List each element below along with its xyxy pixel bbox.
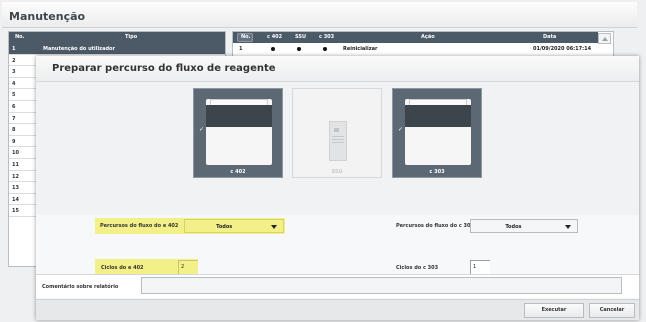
right-cycles-value: 1 bbox=[473, 264, 477, 270]
check-icon: ✓ bbox=[398, 126, 404, 133]
right-route-select[interactable]: Todos bbox=[470, 219, 578, 233]
left-cycles-value: 2 bbox=[181, 264, 185, 270]
list-item-type: Manutenção do utilizador bbox=[43, 46, 115, 52]
right-cycles-label: Ciclos do c 303 bbox=[396, 265, 439, 271]
list-item-number: 3 bbox=[12, 69, 16, 76]
analyzer-icon bbox=[206, 99, 272, 165]
module-label: SSU bbox=[331, 169, 343, 175]
history-row-action: Reinicializar bbox=[343, 46, 378, 52]
execute-button[interactable]: Executar bbox=[524, 303, 584, 318]
dialog-title-bar: Preparar percurso do fluxo de reagente bbox=[36, 56, 639, 82]
check-icon: ✓ bbox=[199, 126, 205, 133]
module-strip: ✓ c 402 SSU ✓ c 303 Percursos do fluxo d… bbox=[36, 82, 639, 302]
history-table: No. c 402 SSU c 303 Ação Data 1 Reinicia… bbox=[232, 31, 614, 59]
module-c303[interactable]: ✓ c 303 bbox=[392, 88, 482, 178]
list-item-number: 15 bbox=[12, 208, 19, 215]
list-item-number: 5 bbox=[12, 92, 16, 99]
list-item-number: 1 bbox=[12, 46, 16, 52]
list-item-number: 10 bbox=[12, 150, 19, 157]
col-ssu-header[interactable]: SSU bbox=[295, 34, 306, 40]
window-title-bar: Manutenção bbox=[2, 2, 637, 28]
module-ssu: SSU bbox=[292, 88, 382, 178]
col-acao-header[interactable]: Ação bbox=[421, 34, 435, 40]
dialog-title: Preparar percurso do fluxo de reagente bbox=[52, 63, 276, 74]
dialog-footer: Executar Cancelar bbox=[36, 299, 639, 320]
chevron-down-icon bbox=[271, 225, 277, 229]
list-item-number: 4 bbox=[12, 80, 16, 87]
history-row[interactable]: 1 Reinicializar 01/09/2020 06:17:14 bbox=[233, 44, 598, 54]
scroll-up-icon[interactable] bbox=[598, 33, 611, 44]
module-label: c 303 bbox=[429, 169, 445, 175]
list-item-number: 8 bbox=[12, 127, 16, 134]
history-row-no: 1 bbox=[239, 46, 243, 52]
ssu-icon bbox=[329, 121, 347, 161]
comment-label: Comentário sobre relatório bbox=[42, 284, 119, 290]
left-cycles-input[interactable]: 2 bbox=[178, 260, 198, 274]
list-header: No. Tipo bbox=[9, 32, 225, 43]
c303-dot-icon bbox=[323, 47, 327, 51]
reagent-flow-dialog: Preparar percurso do fluxo de reagente ✓… bbox=[36, 56, 639, 320]
col-data-header[interactable]: Data bbox=[543, 34, 556, 40]
module-label: c 402 bbox=[230, 169, 246, 175]
left-cycles-label: Ciclos do e 402 bbox=[101, 265, 144, 271]
c402-dot-icon bbox=[271, 47, 275, 51]
list-item-number: 6 bbox=[12, 103, 16, 110]
ssu-dot-icon bbox=[297, 47, 301, 51]
module-c402[interactable]: ✓ c 402 bbox=[193, 88, 283, 178]
comment-row: Comentário sobre relatório bbox=[36, 274, 639, 298]
col-no-header[interactable]: No. bbox=[15, 34, 25, 40]
list-item-number: 12 bbox=[12, 173, 19, 180]
col-c303-header[interactable]: c 303 bbox=[319, 34, 334, 40]
left-route-select[interactable]: Todos bbox=[184, 219, 284, 233]
right-cycles-input[interactable]: 1 bbox=[470, 260, 490, 274]
window-title: Manutenção bbox=[9, 10, 86, 23]
list-item-number: 11 bbox=[12, 161, 19, 168]
left-route-label: Percursos do fluxo do e 402 bbox=[100, 223, 179, 229]
list-item[interactable]: 1 Manutenção do utilizador bbox=[9, 43, 225, 55]
col-tipo-header[interactable]: Tipo bbox=[125, 34, 137, 40]
chevron-down-icon bbox=[565, 225, 571, 229]
right-route-value: Todos bbox=[505, 224, 522, 230]
col-c402-header[interactable]: c 402 bbox=[267, 34, 282, 40]
right-route-label: Percursos do fluxo do c 303 bbox=[396, 223, 474, 229]
col-no-header: No. bbox=[241, 34, 251, 40]
analyzer-icon bbox=[405, 99, 471, 165]
list-item-number: 13 bbox=[12, 185, 19, 192]
list-item-number: 7 bbox=[12, 115, 16, 122]
list-item-number: 9 bbox=[12, 138, 16, 145]
comment-input[interactable] bbox=[141, 277, 622, 294]
list-item-number: 14 bbox=[12, 196, 19, 203]
cancel-button[interactable]: Cancelar bbox=[589, 303, 635, 318]
history-header: No. c 402 SSU c 303 Ação Data bbox=[233, 32, 598, 43]
history-row-date: 01/09/2020 06:17:14 bbox=[533, 46, 592, 52]
list-item-number: 2 bbox=[12, 57, 16, 64]
left-route-value: Todos bbox=[216, 224, 233, 230]
